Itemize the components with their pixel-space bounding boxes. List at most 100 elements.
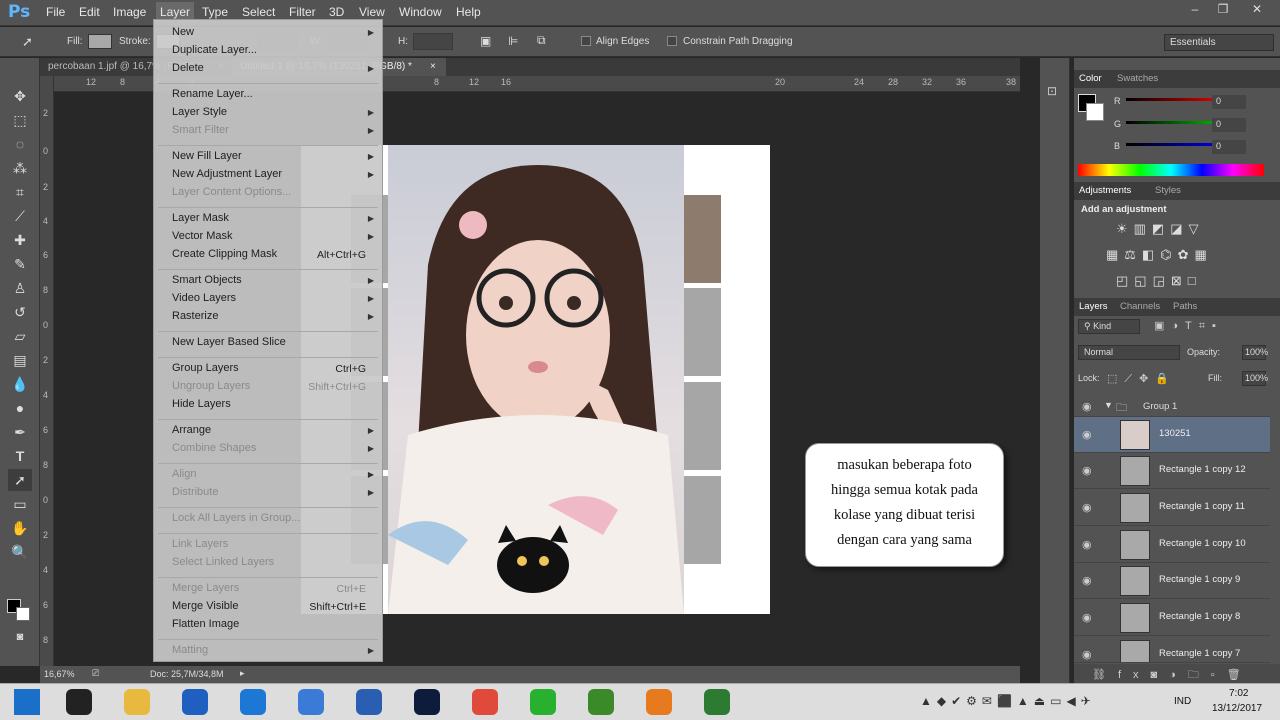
camtasia-icon[interactable] xyxy=(576,687,624,718)
tab-color[interactable]: Color xyxy=(1079,73,1102,84)
move-tool-icon[interactable]: ✥ xyxy=(8,85,32,107)
history-brush-tool-icon[interactable]: ↺ xyxy=(8,301,32,323)
channel-r-value[interactable]: 0 xyxy=(1212,95,1246,109)
align-edges-checkbox[interactable] xyxy=(581,36,591,46)
doc-size[interactable]: Doc: 25,7M/34,8M xyxy=(150,669,224,679)
lasso-tool-icon[interactable]: ◌ xyxy=(8,133,32,155)
language-indicator[interactable]: IND xyxy=(1174,696,1191,707)
line-icon[interactable] xyxy=(518,687,566,718)
menu-item-group-layers[interactable]: Group Layers xyxy=(172,362,239,374)
healing-brush-tool-icon[interactable]: ✚ xyxy=(8,229,32,251)
photoshop-icon[interactable] xyxy=(402,687,450,718)
r-app-icon[interactable] xyxy=(286,687,334,718)
close-tab-icon[interactable]: × xyxy=(430,61,436,72)
constrain-path-checkbox[interactable] xyxy=(667,36,677,46)
tab-adjustments[interactable]: Adjustments xyxy=(1079,185,1131,196)
layer-group-row[interactable]: ◉ ▼ 🗀 Group 1 xyxy=(1074,395,1270,417)
collage-rectangle[interactable] xyxy=(684,288,721,376)
blur-tool-icon[interactable]: 💧 xyxy=(8,373,32,395)
tab-paths[interactable]: Paths xyxy=(1173,301,1197,312)
tab-channels[interactable]: Channels xyxy=(1120,301,1160,312)
close-button[interactable]: ✕ xyxy=(1246,2,1268,18)
word-icon[interactable] xyxy=(344,687,392,718)
menu-file[interactable]: File xyxy=(46,5,65,19)
menu-item-new-fill-layer[interactable]: New Fill Layer xyxy=(172,150,242,162)
type-tool-icon[interactable]: T xyxy=(8,445,32,467)
path-alignment-icon[interactable]: ⊫ xyxy=(508,34,518,48)
menu-type[interactable]: Type xyxy=(202,5,228,19)
crop-tool-icon[interactable]: ⌗ xyxy=(8,181,32,203)
marquee-tool-icon[interactable]: ⬚ xyxy=(8,109,32,131)
dodge-tool-icon[interactable]: ● xyxy=(8,397,32,419)
sigma-icon[interactable] xyxy=(228,687,276,718)
layer-filter-icons[interactable]: ▣◑T⌗▪ xyxy=(1154,319,1223,333)
menu-item-rasterize[interactable]: Rasterize xyxy=(172,310,218,322)
eye-icon[interactable]: ◉ xyxy=(1082,428,1092,441)
menu-view[interactable]: View xyxy=(359,5,385,19)
menu-item-vector-mask[interactable]: Vector Mask xyxy=(172,230,233,242)
tab-swatches[interactable]: Swatches xyxy=(1117,73,1158,84)
menu-item-arrange[interactable]: Arrange xyxy=(172,424,211,436)
gradient-tool-icon[interactable]: ▤ xyxy=(8,349,32,371)
start-icon[interactable] xyxy=(2,687,50,718)
clone-stamp-tool-icon[interactable]: ♙ xyxy=(8,277,32,299)
restore-button[interactable]: ❐ xyxy=(1212,2,1234,18)
chevron-down-icon[interactable]: ▼ xyxy=(1104,400,1113,410)
menu-item-hide-layers[interactable]: Hide Layers xyxy=(172,398,231,410)
hand-tool-icon[interactable]: ✋ xyxy=(8,517,32,539)
history-panel-icon[interactable]: ⊡ xyxy=(1047,84,1057,98)
quick-mask-icon[interactable]: ◙ xyxy=(8,626,32,648)
menu-select[interactable]: Select xyxy=(242,5,275,19)
collage-rectangle[interactable] xyxy=(684,382,721,470)
channel-g-value[interactable]: 0 xyxy=(1212,118,1246,132)
menu-help[interactable]: Help xyxy=(456,5,481,19)
explorer-icon[interactable] xyxy=(112,687,160,718)
height-field[interactable] xyxy=(413,33,453,50)
status-info-icon[interactable]: ⎚ xyxy=(92,668,99,679)
menu-item-create-clipping-mask[interactable]: Create Clipping Mask xyxy=(172,248,277,260)
menu-window[interactable]: Window xyxy=(399,5,442,19)
menu-item-layer-mask[interactable]: Layer Mask xyxy=(172,212,229,224)
photo-layer[interactable] xyxy=(388,145,684,614)
background-swatch[interactable] xyxy=(1086,103,1104,121)
menu-3d[interactable]: 3D xyxy=(329,5,344,19)
menu-item-delete[interactable]: Delete xyxy=(172,62,204,74)
menu-item-new-layer-based-slice[interactable]: New Layer Based Slice xyxy=(172,336,286,348)
eye-icon[interactable]: ◉ xyxy=(1082,464,1092,477)
zoom-level[interactable]: 16,67% xyxy=(44,669,75,679)
quick-select-tool-icon[interactable]: ⁂ xyxy=(8,157,32,179)
menu-item-smart-objects[interactable]: Smart Objects xyxy=(172,274,242,286)
menu-item-flatten-image[interactable]: Flatten Image xyxy=(172,618,239,630)
eye-icon[interactable]: ◉ xyxy=(1082,648,1092,661)
collage-rectangle[interactable] xyxy=(684,476,721,564)
camtasia2-icon[interactable] xyxy=(692,687,740,718)
path-selection-tool-icon[interactable]: ➚ xyxy=(8,469,32,491)
menu-item-video-layers[interactable]: Video Layers xyxy=(172,292,236,304)
layer-row[interactable]: ◉ Rectangle 1 copy 9 xyxy=(1074,563,1270,599)
blend-mode-select[interactable]: Normal xyxy=(1078,345,1180,360)
menu-edit[interactable]: Edit xyxy=(79,5,100,19)
chrome-icon[interactable] xyxy=(460,687,508,718)
chevron-right-icon[interactable]: ▸ xyxy=(240,668,245,679)
color-spectrum-ramp[interactable] xyxy=(1078,164,1264,176)
opacity-field[interactable]: 100% xyxy=(1242,345,1268,360)
brush-tool-icon[interactable]: ✎ xyxy=(8,253,32,275)
tab-layers[interactable]: Layers xyxy=(1079,301,1108,312)
fill-field[interactable]: 100% xyxy=(1242,371,1268,386)
workspace-select[interactable]: Essentials xyxy=(1164,34,1274,51)
channel-b-value[interactable]: 0 xyxy=(1212,140,1246,154)
fill-swatch[interactable] xyxy=(88,34,112,49)
menu-item-rename-layer[interactable]: Rename Layer... xyxy=(172,88,253,100)
collage-rectangle[interactable] xyxy=(684,195,721,283)
layer-row[interactable]: ◉ Rectangle 1 copy 7 xyxy=(1074,637,1270,663)
layer-row[interactable]: ◉ Rectangle 1 copy 10 xyxy=(1074,527,1270,563)
menu-item-merge-visible[interactable]: Merge Visible xyxy=(172,600,238,612)
layer-row-selected[interactable]: ◉ 130251 xyxy=(1074,417,1270,453)
bluetooth-icon[interactable] xyxy=(170,687,218,718)
layer-row[interactable]: ◉ Rectangle 1 copy 12 xyxy=(1074,453,1270,489)
menu-filter[interactable]: Filter xyxy=(289,5,316,19)
system-tray-icons[interactable]: ▲◆✔⚙✉⬛▲⏏▭◀︎✈ xyxy=(920,694,1096,708)
minimize-button[interactable]: – xyxy=(1184,2,1206,18)
eye-icon[interactable]: ◉ xyxy=(1082,611,1092,624)
tab-styles[interactable]: Styles xyxy=(1155,185,1181,196)
